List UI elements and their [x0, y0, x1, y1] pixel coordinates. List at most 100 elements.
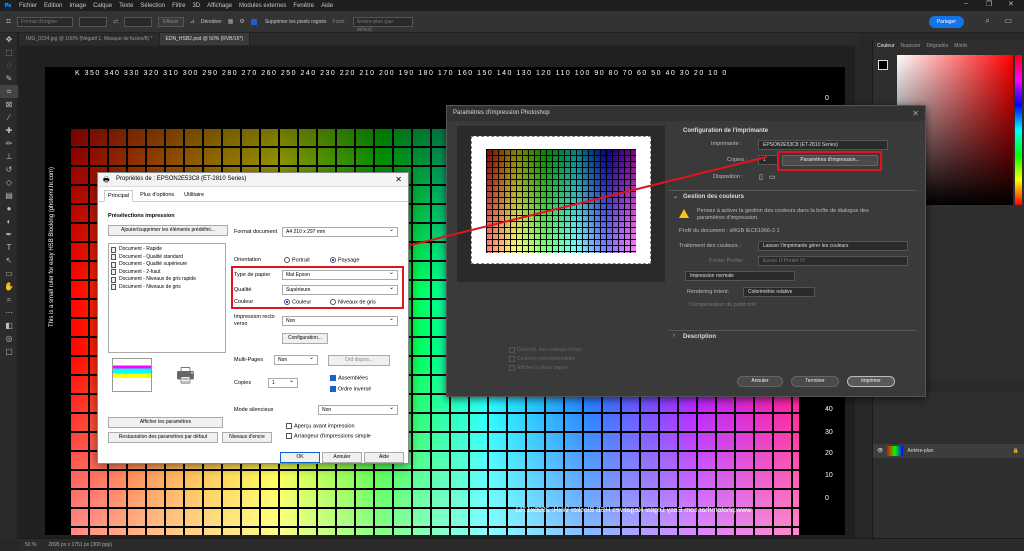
- reverse-order-option[interactable]: Ordre inversé: [330, 386, 371, 392]
- print-button[interactable]: Imprimer: [847, 376, 895, 387]
- straighten-label[interactable]: Déredner: [201, 19, 222, 25]
- layer-row-background[interactable]: 👁 Arrière-plan 🔒: [873, 444, 1024, 458]
- show-settings-button[interactable]: Afficher les paramètres: [108, 417, 223, 428]
- printer-profile-select[interactable]: Epson IJ Printer 07: [758, 256, 908, 266]
- print-preview-checkbox[interactable]: [286, 423, 292, 429]
- tab-img-0234[interactable]: IMG_0234.jpg @ 100% (Négatif 1, Masque d…: [20, 33, 160, 45]
- zoom-tool-icon[interactable]: ⌕: [0, 293, 18, 306]
- expand-description-icon[interactable]: ›: [673, 333, 675, 339]
- frame-tool-icon[interactable]: ⊠: [0, 98, 18, 111]
- preset-item[interactable]: Document - Rapide: [111, 246, 223, 254]
- color-swatches-icon[interactable]: ◧: [0, 319, 18, 332]
- show-paper-white[interactable]: Afficher le blanc papier: [509, 364, 583, 373]
- shape-tool-icon[interactable]: ▭: [0, 267, 18, 280]
- restore-defaults-button[interactable]: Restauration des paramètres par défaut: [108, 432, 218, 443]
- swap-icon[interactable]: ⇄: [113, 18, 118, 25]
- preset-item[interactable]: Document - Niveaux de gris: [111, 284, 223, 292]
- blur-tool-icon[interactable]: ●: [0, 202, 18, 215]
- aspect-ratio-select[interactable]: Format d'origine: [17, 16, 74, 27]
- tab-plus-options[interactable]: Plus d'options: [137, 190, 177, 201]
- print-arranger-checkbox[interactable]: [286, 433, 292, 439]
- print-arranger-option[interactable]: Arrangeur d'impressions simple: [286, 433, 371, 439]
- printer-select[interactable]: EPSON2E53C8 (ET-2810 Series): [758, 140, 888, 150]
- close-icon[interactable]: ✕: [912, 109, 919, 118]
- match-print-colors[interactable]: Concord. des couleurs d'impr.: [509, 346, 583, 355]
- foreground-color-swatch[interactable]: [878, 60, 888, 70]
- duplex-select[interactable]: Non: [282, 315, 398, 326]
- menu-texte[interactable]: Texte: [119, 3, 133, 9]
- path-select-icon[interactable]: ↖: [0, 254, 18, 267]
- collate-checkbox[interactable]: [330, 375, 336, 381]
- delete-cropped-checkbox[interactable]: [250, 18, 257, 25]
- settings-gear-icon[interactable]: ⚙: [239, 18, 244, 25]
- ink-levels-button[interactable]: Niveaux d'encre: [222, 432, 272, 443]
- eye-icon[interactable]: 👁: [877, 448, 883, 454]
- done-button[interactable]: Terminer: [791, 376, 839, 387]
- preset-item[interactable]: Document - Niveaux de gris rapide: [111, 276, 223, 284]
- healing-tool-icon[interactable]: ✚: [0, 124, 18, 137]
- eyedropper-tool-icon[interactable]: ⁄: [0, 111, 18, 124]
- landscape-radio[interactable]: [330, 257, 336, 263]
- configuration-button[interactable]: Configuration...: [282, 333, 328, 344]
- tab-edn-hsb2[interactable]: EDN_HSB2.psd @ 50% (RVB/16*): [159, 33, 251, 45]
- reverse-order-checkbox[interactable]: [330, 386, 336, 392]
- copies-spinner[interactable]: 1: [268, 377, 298, 388]
- black-point-compensation[interactable]: Compensation du point noir: [689, 302, 756, 308]
- add-remove-presets-button[interactable]: Ajouter/supprimer les éléments prédéfini…: [108, 225, 228, 236]
- menu-fenetre[interactable]: Fenêtre: [293, 3, 314, 9]
- tab-nuancier[interactable]: Nuancier: [901, 43, 921, 49]
- tab-principal[interactable]: Principal: [104, 190, 134, 202]
- crop-tool-icon[interactable]: ⌗: [6, 16, 11, 27]
- menu-edition[interactable]: Edition: [44, 3, 62, 9]
- menu-modules[interactable]: Modules externes: [239, 3, 286, 9]
- grid-overlay-icon[interactable]: ▦: [228, 18, 234, 25]
- lasso-tool-icon[interactable]: ◌: [0, 59, 18, 72]
- rendering-intent-select[interactable]: Colorimétrie relative: [743, 287, 815, 297]
- crop-tool-active-icon[interactable]: ⌗: [0, 85, 18, 98]
- multipages-select[interactable]: Non: [274, 354, 318, 365]
- landscape-layout-icon[interactable]: ▭: [769, 173, 776, 181]
- gamut-checkbox[interactable]: [509, 355, 515, 362]
- portrait-radio[interactable]: [284, 257, 290, 263]
- collate-option[interactable]: Assemblées: [330, 375, 368, 381]
- menu-aide[interactable]: Aide: [321, 3, 333, 9]
- share-button[interactable]: Partager: [928, 16, 964, 28]
- cancel-button[interactable]: Annuler: [737, 376, 783, 387]
- menu-3d[interactable]: 3D: [192, 3, 200, 9]
- minimize-icon[interactable]: –: [964, 0, 968, 7]
- print-preview-option[interactable]: Aperçu avant impression: [286, 423, 355, 429]
- menu-calque[interactable]: Calque: [93, 3, 112, 9]
- marquee-tool-icon[interactable]: ⬚: [0, 46, 18, 59]
- color-handling-select[interactable]: Laisser l'imprimante gérer les couleurs: [758, 241, 908, 251]
- clear-button[interactable]: Effacer: [158, 16, 184, 27]
- format-select[interactable]: A4 210 x 297 mm: [282, 226, 398, 237]
- quick-select-tool-icon[interactable]: ✎: [0, 72, 18, 85]
- arrangement-order-button[interactable]: Ord dispos...: [328, 355, 390, 366]
- collapse-color-mgmt-icon[interactable]: ⌄: [673, 193, 678, 200]
- menu-affichage[interactable]: Affichage: [207, 3, 232, 9]
- more-tools-icon[interactable]: ⋯: [0, 306, 18, 319]
- fill-select[interactable]: Arrière-plan (par défaut): [352, 16, 413, 33]
- screen-mode-icon[interactable]: ▢: [0, 345, 18, 358]
- menu-filtre[interactable]: Filtre: [172, 3, 185, 9]
- hue-slider[interactable]: [1015, 55, 1022, 205]
- workspace-icon[interactable]: ▭: [1004, 16, 1012, 25]
- tab-utilitaire[interactable]: Utilitaire: [181, 190, 207, 201]
- straighten-icon[interactable]: ⊿: [190, 18, 195, 25]
- dodge-tool-icon[interactable]: ◐: [0, 215, 18, 228]
- stamp-tool-icon[interactable]: ⊥: [0, 150, 18, 163]
- search-icon[interactable]: ⌕: [986, 16, 990, 26]
- match-colors-checkbox[interactable]: [509, 346, 515, 353]
- preset-item[interactable]: Document - 2-haut: [111, 269, 223, 277]
- portrait-option[interactable]: Portrait: [284, 257, 310, 263]
- close-dialog-icon[interactable]: ✕: [395, 175, 402, 184]
- history-brush-icon[interactable]: ↺: [0, 163, 18, 176]
- tab-couleur[interactable]: Couleur: [877, 43, 895, 49]
- zoom-level[interactable]: 50 %: [25, 542, 36, 548]
- portrait-layout-icon[interactable]: ▯: [759, 173, 763, 181]
- gamut-warning[interactable]: Couleurs non imprimables: [509, 355, 583, 364]
- tab-degrades[interactable]: Dégradés: [927, 43, 949, 49]
- pen-tool-icon[interactable]: ✒: [0, 228, 18, 241]
- hand-tool-icon[interactable]: ✋: [0, 280, 18, 293]
- menu-fichier[interactable]: Fichier: [19, 3, 37, 9]
